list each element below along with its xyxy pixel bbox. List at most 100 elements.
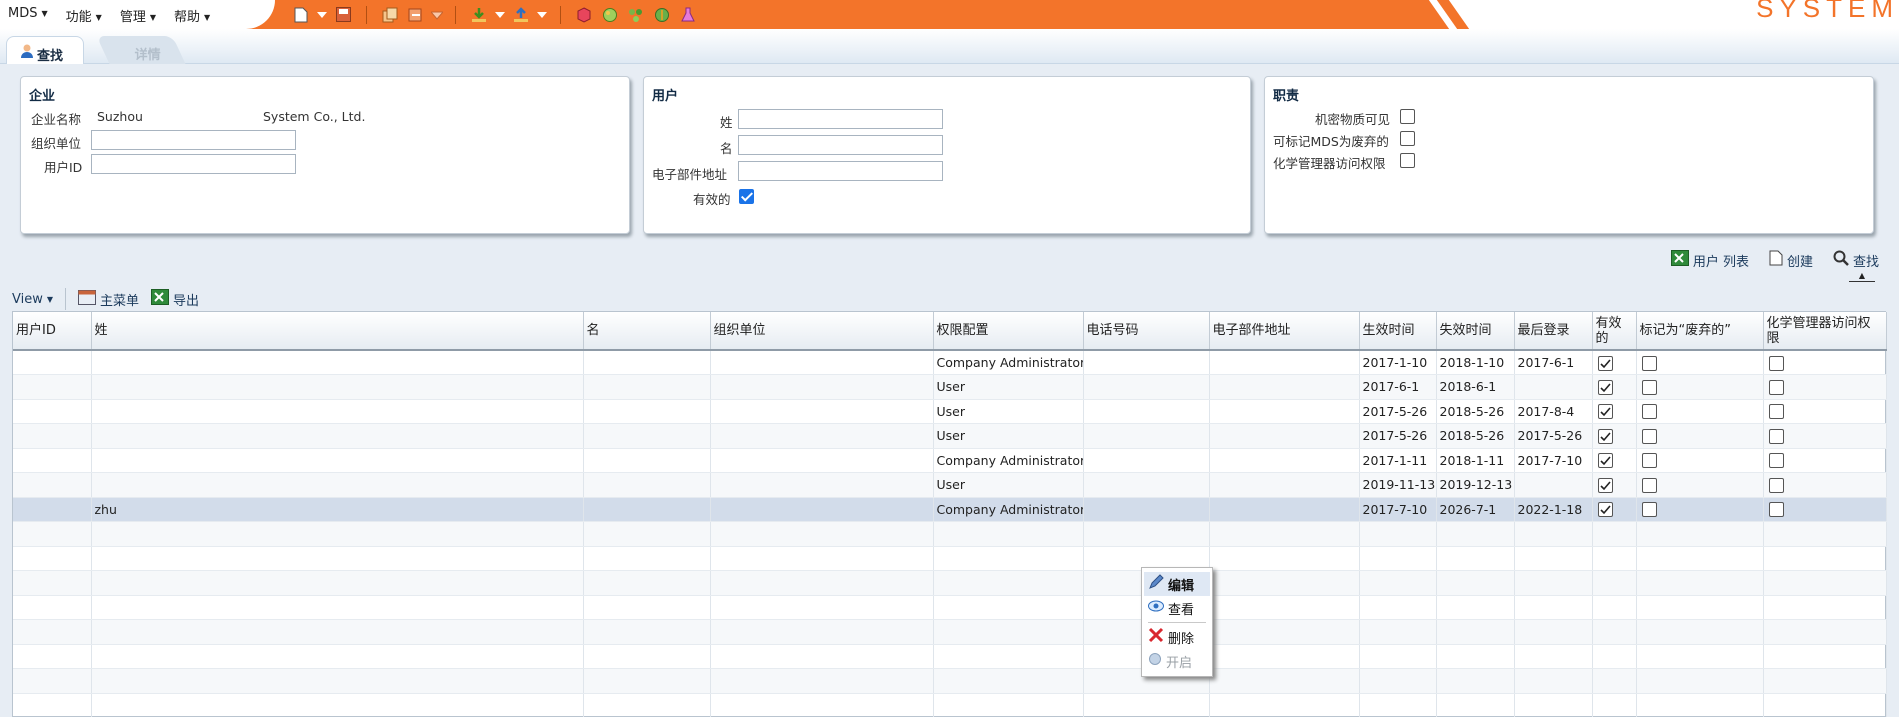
email-input[interactable] bbox=[738, 161, 943, 181]
table-row[interactable]: Company Administrator 2017-1-10 2018-1-10 2… bbox=[13, 350, 1887, 375]
chevron-down-icon[interactable] bbox=[536, 4, 548, 25]
active-checkbox[interactable] bbox=[1597, 355, 1613, 371]
transfer-icon[interactable] bbox=[405, 4, 427, 25]
save-icon[interactable] bbox=[332, 4, 354, 25]
table-row[interactable] bbox=[13, 668, 1887, 694]
flask-icon[interactable] bbox=[677, 4, 699, 25]
collapse-up-icon[interactable]: ▲ bbox=[1849, 272, 1875, 282]
table-row[interactable]: zhu Company Administrator 2017-7-10 2026-7-… bbox=[13, 497, 1887, 522]
chevron-down-icon[interactable] bbox=[316, 4, 328, 25]
chem-checkbox[interactable] bbox=[1768, 428, 1784, 444]
table-row[interactable] bbox=[13, 619, 1887, 645]
dropdown-icon[interactable] bbox=[431, 4, 443, 25]
chem-access-checkbox[interactable] bbox=[1400, 153, 1415, 168]
deprecated-checkbox[interactable] bbox=[1641, 502, 1657, 518]
col-header-chem[interactable]: 化学管理器访问权限 bbox=[1763, 312, 1887, 351]
chem-checkbox[interactable] bbox=[1768, 379, 1784, 395]
view-menu-item[interactable]: 查看 bbox=[1144, 596, 1210, 620]
active-checkbox[interactable] bbox=[739, 189, 754, 204]
user-id-input[interactable] bbox=[91, 154, 296, 174]
tab-find[interactable]: 查找 bbox=[6, 36, 85, 64]
table-row[interactable] bbox=[13, 595, 1887, 620]
secret-visible-checkbox[interactable] bbox=[1400, 109, 1415, 124]
download-icon[interactable] bbox=[468, 4, 490, 25]
col-header-userid[interactable]: 用户ID bbox=[13, 312, 92, 351]
col-header-last[interactable]: 最后登录 bbox=[1514, 312, 1593, 351]
last-name-input[interactable] bbox=[738, 109, 943, 129]
find-button[interactable]: 查找 bbox=[1833, 250, 1879, 270]
tab-detail[interactable]: 详情 bbox=[96, 36, 186, 64]
col-header-firstname[interactable]: 名 bbox=[583, 312, 711, 351]
export-button[interactable]: 导出 bbox=[151, 289, 199, 309]
cell-deprecated bbox=[1636, 472, 1764, 498]
can-deprecate-checkbox[interactable] bbox=[1400, 131, 1415, 146]
upload-icon[interactable] bbox=[510, 4, 532, 25]
chem-checkbox[interactable] bbox=[1768, 502, 1784, 518]
chevron-down-icon: ▼ bbox=[41, 9, 48, 18]
deprecated-checkbox[interactable] bbox=[1641, 453, 1657, 469]
col-header-end[interactable]: 失效时间 bbox=[1436, 312, 1515, 351]
delete-menu-item[interactable]: 删除 bbox=[1144, 625, 1210, 649]
chem-checkbox[interactable] bbox=[1768, 404, 1784, 420]
table-row[interactable]: User 2017-6-1 2018-6-1 bbox=[13, 374, 1887, 400]
new-document-icon[interactable] bbox=[290, 4, 312, 25]
create-button[interactable]: 创建 bbox=[1769, 250, 1813, 270]
lastname-text: zhu bbox=[94, 501, 117, 517]
active-checkbox[interactable] bbox=[1597, 477, 1613, 493]
table-row[interactable]: Company Administrator 2017-1-11 2018-1-11 2… bbox=[13, 448, 1887, 473]
table-row[interactable]: User 2017-5-26 2018-5-26 2017-8-4 bbox=[13, 399, 1887, 424]
chem-checkbox[interactable] bbox=[1768, 477, 1784, 493]
deprecated-checkbox[interactable] bbox=[1641, 404, 1657, 420]
col-header-email[interactable]: 电子部件地址 bbox=[1209, 312, 1360, 351]
org-unit-input[interactable] bbox=[91, 130, 296, 150]
deprecated-checkbox[interactable] bbox=[1641, 477, 1657, 493]
cube-icon[interactable] bbox=[573, 4, 595, 25]
cell-org bbox=[710, 399, 934, 424]
table-row[interactable]: User 2017-5-26 2018-5-26 2017-5-26 bbox=[13, 423, 1887, 449]
copy-document-icon[interactable] bbox=[379, 4, 401, 25]
chem-checkbox[interactable] bbox=[1768, 355, 1784, 371]
chevron-down-icon[interactable] bbox=[494, 4, 506, 25]
active-checkbox[interactable] bbox=[1597, 428, 1613, 444]
table-row[interactable] bbox=[13, 546, 1887, 571]
deprecated-checkbox[interactable] bbox=[1641, 379, 1657, 395]
deprecated-checkbox[interactable] bbox=[1641, 355, 1657, 371]
deprecated-checkbox[interactable] bbox=[1641, 428, 1657, 444]
cell-lastname bbox=[91, 693, 584, 717]
chem-checkbox[interactable] bbox=[1768, 453, 1784, 469]
menu-help[interactable]: 帮助 ▼ bbox=[174, 6, 210, 25]
col-header-lastname[interactable]: 姓 bbox=[91, 312, 584, 351]
main-menu-button[interactable]: 主菜单 bbox=[78, 289, 139, 309]
open-menu-item[interactable]: 开启 bbox=[1144, 649, 1210, 673]
globe-icon[interactable] bbox=[599, 4, 621, 25]
table-row[interactable] bbox=[13, 570, 1887, 596]
col-header-role[interactable]: 权限配置 bbox=[933, 312, 1084, 351]
user-list-button[interactable]: 用户 列表 bbox=[1670, 250, 1749, 270]
email-label: 电子部件地址 bbox=[652, 167, 728, 182]
user-table: 用户ID 姓 名 组织单位 权限配置 电话号码 电子部件地址 生效时间 失效时间… bbox=[12, 311, 1887, 717]
view-menu[interactable]: View ▼ bbox=[12, 292, 53, 307]
org-unit-label: 组织单位 bbox=[31, 136, 82, 151]
menu-functions[interactable]: 功能 ▼ bbox=[66, 6, 102, 25]
first-name-input[interactable] bbox=[738, 135, 943, 155]
active-checkbox[interactable] bbox=[1597, 404, 1613, 420]
active-checkbox[interactable] bbox=[1597, 502, 1613, 518]
end-text: 2019-12-13 bbox=[1439, 477, 1513, 493]
menu-mds[interactable]: MDS ▼ bbox=[8, 6, 48, 25]
edit-menu-item[interactable]: 编辑 bbox=[1144, 572, 1210, 596]
table-row[interactable] bbox=[13, 521, 1887, 547]
col-header-start[interactable]: 生效时间 bbox=[1359, 312, 1437, 351]
table-row[interactable] bbox=[13, 644, 1887, 669]
active-checkbox[interactable] bbox=[1597, 379, 1613, 395]
col-header-active[interactable]: 有效的 bbox=[1592, 312, 1637, 351]
col-header-org[interactable]: 组织单位 bbox=[710, 312, 934, 351]
settings-globe-icon[interactable] bbox=[651, 4, 673, 25]
col-header-deprecated[interactable]: 标记为“废弃的” bbox=[1636, 312, 1764, 351]
role-text: User bbox=[936, 428, 966, 444]
active-checkbox[interactable] bbox=[1597, 453, 1613, 469]
menu-manage[interactable]: 管理 ▼ bbox=[120, 6, 156, 25]
molecule-icon[interactable] bbox=[625, 4, 647, 25]
table-row[interactable] bbox=[13, 693, 1887, 717]
table-row[interactable]: User 2019-11-13 2019-12-13 bbox=[13, 472, 1887, 498]
col-header-phone[interactable]: 电话号码 bbox=[1083, 312, 1210, 351]
